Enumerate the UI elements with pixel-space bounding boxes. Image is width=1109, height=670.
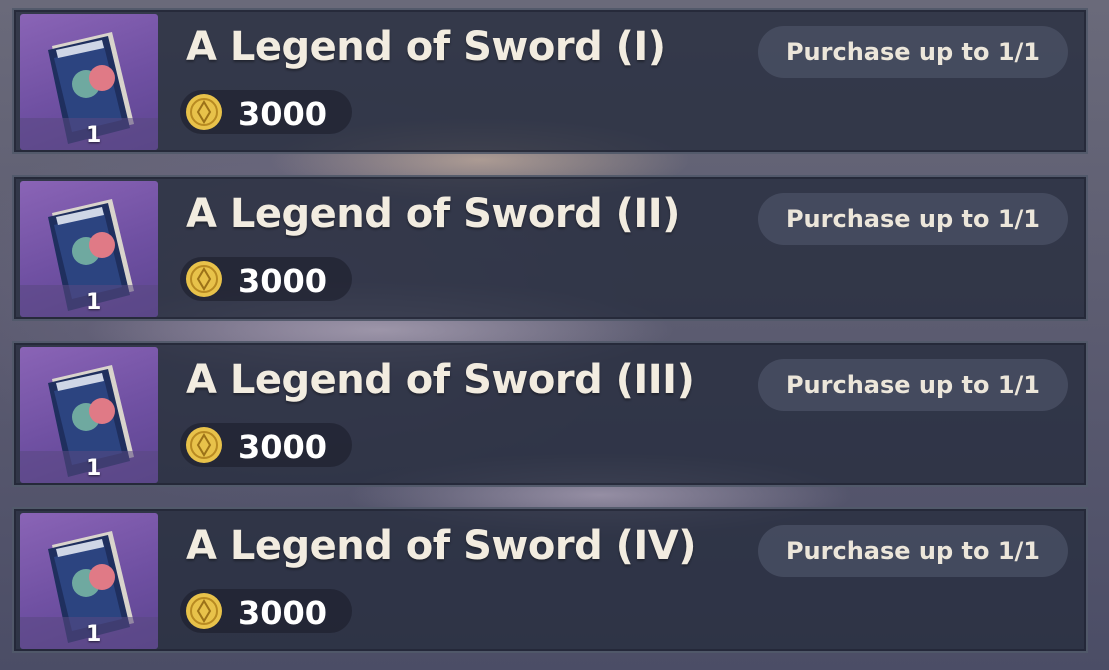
item-price: 3000: [238, 262, 328, 300]
shop-item[interactable]: 1 A Legend of Sword (III) 3000 Purchase …: [12, 341, 1088, 487]
item-quantity: 1: [86, 290, 102, 315]
mora-coin-icon: [186, 593, 222, 629]
shop-item[interactable]: 1 A Legend of Sword (IV) 3000 Purchase u…: [12, 507, 1088, 653]
mora-coin-icon: [186, 261, 222, 297]
purchase-limit-badge: Purchase up to 1/1: [758, 26, 1068, 78]
purchase-limit-badge: Purchase up to 1/1: [758, 525, 1068, 577]
mora-coin-icon: [186, 427, 222, 463]
shop-item[interactable]: 1 A Legend of Sword (II) 3000 Purchase u…: [12, 175, 1088, 321]
purchase-limit-badge: Purchase up to 1/1: [758, 193, 1068, 245]
mora-coin-icon: [186, 94, 222, 130]
item-title: A Legend of Sword (IV): [186, 523, 697, 569]
item-thumbnail: 1: [20, 14, 158, 150]
item-quantity: 1: [86, 622, 102, 647]
price-pill: 3000: [180, 257, 352, 301]
item-thumbnail: 1: [20, 347, 158, 483]
item-quantity: 1: [86, 456, 102, 481]
item-thumbnail: 1: [20, 513, 158, 649]
item-price: 3000: [238, 428, 328, 466]
item-title: A Legend of Sword (II): [186, 191, 680, 237]
shop-item-list: 1 A Legend of Sword (I) 3000 Purchase up…: [0, 0, 1109, 670]
item-thumbnail: 1: [20, 181, 158, 317]
item-price: 3000: [238, 594, 328, 632]
price-pill: 3000: [180, 90, 352, 134]
item-price: 3000: [238, 95, 328, 133]
purchase-limit-badge: Purchase up to 1/1: [758, 359, 1068, 411]
price-pill: 3000: [180, 423, 352, 467]
item-title: A Legend of Sword (III): [186, 357, 695, 403]
price-pill: 3000: [180, 589, 352, 633]
item-quantity: 1: [86, 123, 102, 148]
shop-item[interactable]: 1 A Legend of Sword (I) 3000 Purchase up…: [12, 8, 1088, 154]
item-title: A Legend of Sword (I): [186, 24, 666, 70]
